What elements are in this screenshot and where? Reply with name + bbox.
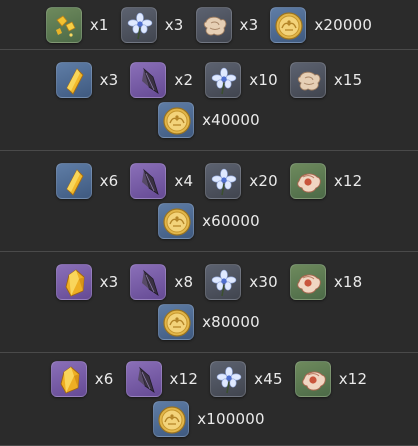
material-entry[interactable]: x1 (45, 6, 109, 43)
material-quantity: x20000 (314, 15, 373, 34)
gem-chunk-icon[interactable] (50, 361, 87, 397)
material-entry[interactable]: x12 (294, 361, 368, 397)
material-quantity: x3 (164, 15, 184, 34)
tier-5: x6 x12 x45 x12 x100000 (0, 353, 418, 446)
scroll-icon[interactable] (195, 6, 232, 43)
material-quantity: x6 (99, 172, 119, 190)
material-entry[interactable]: x3 (195, 6, 259, 43)
material-quantity: x4 (174, 172, 194, 190)
mora-coin-icon[interactable] (158, 203, 195, 239)
ascension-materials-panel: x1 x3 x3 x20000 x3 x2 x10 x15 x40000 x6 x4 x20 x12 x6… (0, 0, 418, 446)
material-quantity: x60000 (202, 212, 260, 230)
material-quantity: x12 (169, 370, 199, 388)
material-entry[interactable]: x30 (205, 264, 278, 300)
blue-flower-icon[interactable] (205, 62, 242, 98)
tier-3-line-2: x60000 (158, 201, 260, 241)
material-quantity: x12 (333, 172, 363, 190)
tier-5-line-2: x100000 (153, 399, 265, 439)
material-entry[interactable]: x40000 (158, 102, 260, 138)
material-quantity: x12 (338, 370, 368, 388)
gem-shards-icon[interactable] (45, 6, 82, 43)
material-entry[interactable]: x10 (205, 62, 278, 98)
tier-4: x3 x8 x30 x18 x80000 (0, 252, 418, 353)
material-quantity: x18 (333, 273, 363, 291)
silk-icon[interactable] (289, 264, 326, 300)
material-entry[interactable]: x6 (55, 163, 119, 199)
material-entry[interactable]: x3 (55, 264, 119, 300)
silk-icon[interactable] (289, 163, 326, 199)
material-entry[interactable]: x18 (289, 264, 363, 300)
gem-fragment-icon[interactable] (55, 163, 92, 199)
material-entry[interactable]: x45 (210, 361, 283, 397)
material-quantity: x1 (89, 15, 109, 34)
material-quantity: x3 (239, 15, 259, 34)
tier-1-line-1: x1 x3 x3 x20000 (45, 5, 373, 45)
material-quantity: x100000 (197, 410, 265, 428)
material-quantity: x80000 (202, 313, 260, 331)
material-entry[interactable]: x20000 (270, 6, 373, 43)
material-quantity: x3 (99, 71, 119, 89)
tier-2-line-2: x40000 (158, 100, 260, 140)
gem-fragment-icon[interactable] (55, 62, 92, 98)
material-entry[interactable]: x12 (289, 163, 363, 199)
material-entry[interactable]: x100000 (153, 401, 265, 437)
gem-chunk-icon[interactable] (55, 264, 92, 300)
tier-3: x6 x4 x20 x12 x60000 (0, 151, 418, 252)
tier-4-line-2: x80000 (158, 302, 260, 342)
mora-coin-icon[interactable] (270, 6, 307, 43)
material-quantity: x8 (174, 273, 194, 291)
tier-4-line-1: x3 x8 x30 x18 (55, 262, 363, 302)
material-entry[interactable]: x20 (205, 163, 278, 199)
shard-icon[interactable] (130, 264, 167, 300)
shard-icon[interactable] (130, 163, 167, 199)
blue-flower-icon[interactable] (210, 361, 247, 397)
tier-5-line-1: x6 x12 x45 x12 (50, 359, 368, 399)
scroll-icon[interactable] (289, 62, 326, 98)
blue-flower-icon[interactable] (120, 6, 157, 43)
shard-icon[interactable] (130, 62, 167, 98)
blue-flower-icon[interactable] (205, 264, 242, 300)
material-entry[interactable]: x8 (130, 264, 193, 300)
material-quantity: x40000 (202, 111, 260, 129)
material-quantity: x3 (99, 273, 119, 291)
material-quantity: x30 (249, 273, 278, 291)
mora-coin-icon[interactable] (153, 401, 190, 437)
tier-2-line-1: x3 x2 x10 x15 (55, 60, 363, 100)
tier-2: x3 x2 x10 x15 x40000 (0, 50, 418, 151)
material-entry[interactable]: x2 (130, 62, 193, 98)
material-entry[interactable]: x4 (130, 163, 193, 199)
tier-1: x1 x3 x3 x20000 (0, 0, 418, 50)
material-quantity: x20 (249, 172, 278, 190)
material-entry[interactable]: x3 (120, 6, 184, 43)
material-entry[interactable]: x15 (289, 62, 363, 98)
material-entry[interactable]: x80000 (158, 304, 260, 340)
material-entry[interactable]: x6 (50, 361, 114, 397)
material-entry[interactable]: x3 (55, 62, 119, 98)
material-quantity: x15 (333, 71, 363, 89)
material-quantity: x45 (254, 370, 283, 388)
tier-3-line-1: x6 x4 x20 x12 (55, 161, 363, 201)
material-quantity: x10 (249, 71, 278, 89)
tier-list: x1 x3 x3 x20000 x3 x2 x10 x15 x40000 x6 x4 x20 x12 x6… (0, 0, 418, 446)
mora-coin-icon[interactable] (158, 102, 195, 138)
mora-coin-icon[interactable] (158, 304, 195, 340)
material-quantity: x2 (174, 71, 194, 89)
material-entry[interactable]: x60000 (158, 203, 260, 239)
silk-icon[interactable] (294, 361, 331, 397)
material-quantity: x6 (94, 370, 114, 388)
material-entry[interactable]: x12 (125, 361, 199, 397)
blue-flower-icon[interactable] (205, 163, 242, 199)
shard-icon[interactable] (125, 361, 162, 397)
